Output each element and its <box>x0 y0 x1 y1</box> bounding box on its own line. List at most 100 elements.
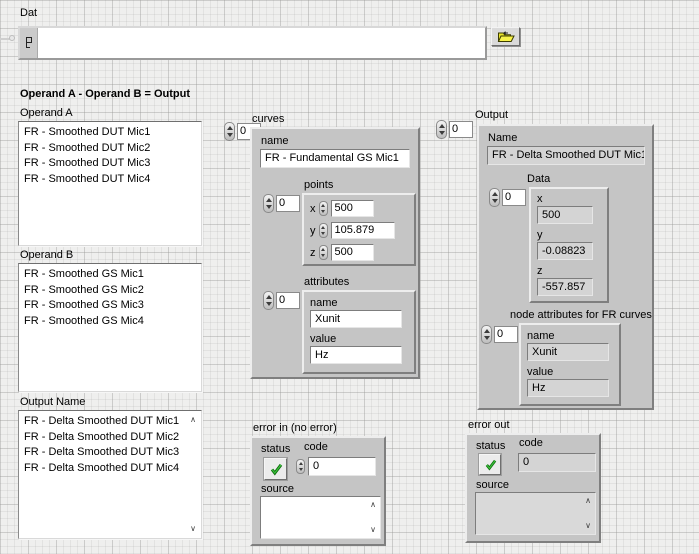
operand-a-listbox[interactable]: FR - Smoothed DUT Mic1 FR - Smoothed DUT… <box>18 121 202 246</box>
spinner[interactable] <box>489 188 500 207</box>
spinner-down-icon[interactable] <box>266 205 272 209</box>
path-control-label: Dat <box>20 7 37 20</box>
point-z-row: z 500 <box>310 244 374 261</box>
z-label: z <box>310 247 316 259</box>
list-item[interactable]: FR - Smoothed GS Mic3 <box>19 298 201 314</box>
output-index-value[interactable]: 0 <box>449 121 473 138</box>
list-item[interactable]: FR - Smoothed DUT Mic3 <box>19 156 201 172</box>
list-item[interactable]: FR - Delta Smoothed DUT Mic3 <box>19 445 201 461</box>
attributes-index-control[interactable]: 0 <box>263 291 300 310</box>
error-out-code-label: code <box>519 437 543 450</box>
spinner-up-icon[interactable] <box>266 295 272 299</box>
spinner[interactable] <box>436 120 447 139</box>
spinner-up-icon[interactable] <box>321 204 325 207</box>
error-out-cluster: status code 0 source ∧ ∨ <box>465 433 601 543</box>
curves-label: curves <box>252 113 284 126</box>
output-label: Output <box>475 109 508 122</box>
spinner-up-icon[interactable] <box>266 198 272 202</box>
spinner[interactable] <box>319 245 328 260</box>
spinner-down-icon[interactable] <box>492 199 498 203</box>
spinner[interactable] <box>296 459 305 474</box>
attribute-name-field[interactable]: Xunit <box>310 310 402 328</box>
spinner-up-icon[interactable] <box>321 226 325 229</box>
y-value-field[interactable]: 105.879 <box>331 222 395 239</box>
operand-b-listbox[interactable]: FR - Smoothed GS Mic1 FR - Smoothed GS M… <box>18 263 202 392</box>
error-in-status-checkbox[interactable] <box>264 458 287 480</box>
scroll-down-icon[interactable]: ∨ <box>190 525 196 533</box>
list-item[interactable]: FR - Smoothed DUT Mic1 <box>19 122 201 141</box>
list-item[interactable]: FR - Smoothed GS Mic2 <box>19 283 201 299</box>
spinner-up-icon[interactable] <box>299 462 303 465</box>
z-value-field[interactable]: 500 <box>331 244 374 261</box>
labview-front-panel: Dat Operand A - Operand B = Output Opera… <box>0 0 699 554</box>
scroll-down-icon[interactable]: ∨ <box>585 522 591 530</box>
spinner[interactable] <box>319 201 328 216</box>
spinner[interactable] <box>263 291 274 310</box>
browse-button[interactable] <box>491 27 520 46</box>
list-item[interactable]: FR - Smoothed GS Mic1 <box>19 264 201 283</box>
curve-name-label: name <box>261 135 289 148</box>
data-y-label: y <box>537 229 543 242</box>
spinner-down-icon[interactable] <box>484 336 490 340</box>
y-label: y <box>310 225 316 237</box>
attribute-value-field[interactable]: Hz <box>310 346 402 364</box>
spinner-up-icon[interactable] <box>484 329 490 333</box>
list-item[interactable]: FR - Delta Smoothed DUT Mic4 <box>19 461 201 477</box>
spinner[interactable] <box>319 223 328 238</box>
green-check-icon <box>484 459 497 471</box>
operand-b-label: Operand B <box>20 249 73 262</box>
point-x-row: x 500 <box>310 200 374 217</box>
spinner-down-icon[interactable] <box>266 302 272 306</box>
path-control[interactable] <box>18 26 487 60</box>
node-attributes-index-value[interactable]: 0 <box>494 326 518 343</box>
scroll-down-icon[interactable]: ∨ <box>370 526 376 534</box>
curve-name-field[interactable]: FR - Fundamental GS Mic1 <box>260 149 410 168</box>
spinner-down-icon[interactable] <box>439 131 445 135</box>
point-y-row: y 105.879 <box>310 222 395 239</box>
list-item[interactable]: FR - Smoothed DUT Mic2 <box>19 141 201 157</box>
points-cluster: x 500 y 105.879 z <box>302 193 416 266</box>
error-in-code-field[interactable]: 0 <box>308 457 376 476</box>
list-item[interactable]: FR - Smoothed GS Mic4 <box>19 314 201 330</box>
error-in-label: error in (no error) <box>253 422 337 435</box>
spinner[interactable] <box>263 194 274 213</box>
output-name-indicator: FR - Delta Smoothed DUT Mic1 <box>487 146 645 165</box>
output-cluster: Name FR - Delta Smoothed DUT Mic1 Data 0… <box>477 124 654 410</box>
spinner-down-icon[interactable] <box>321 232 325 235</box>
error-in-source-field[interactable]: ∧ ∨ <box>260 496 381 539</box>
error-out-status-indicator <box>479 454 501 475</box>
list-item[interactable]: FR - Delta Smoothed DUT Mic1 <box>19 411 201 430</box>
scroll-up-icon[interactable]: ∧ <box>370 501 376 509</box>
list-item[interactable]: FR - Smoothed DUT Mic4 <box>19 172 201 188</box>
path-input[interactable] <box>38 28 485 58</box>
spinner-down-icon[interactable] <box>227 133 233 137</box>
points-index-control[interactable]: 0 <box>263 194 300 213</box>
spinner-down-icon[interactable] <box>321 254 325 257</box>
error-in-code-label: code <box>304 441 328 454</box>
node-attr-name-label: name <box>527 330 555 343</box>
connector-wire-terminal <box>9 35 15 41</box>
spinner-up-icon[interactable] <box>492 192 498 196</box>
spinner[interactable] <box>224 122 235 141</box>
spinner-up-icon[interactable] <box>439 124 445 128</box>
spinner-up-icon[interactable] <box>227 126 233 130</box>
spinner[interactable] <box>481 325 492 344</box>
scroll-up-icon[interactable]: ∧ <box>190 416 196 424</box>
data-index-control[interactable]: 0 <box>489 188 526 207</box>
output-index-control[interactable]: 0 <box>436 120 473 139</box>
output-name-field-label: Name <box>488 132 517 145</box>
data-index-value[interactable]: 0 <box>502 189 526 206</box>
output-name-label: Output Name <box>20 396 85 409</box>
spinner-up-icon[interactable] <box>321 248 325 251</box>
error-in-source-label: source <box>261 483 294 496</box>
points-index-value[interactable]: 0 <box>276 195 300 212</box>
node-attributes-label: node attributes for FR curves <box>510 309 652 322</box>
spinner-down-icon[interactable] <box>299 468 303 471</box>
x-value-field[interactable]: 500 <box>331 200 374 217</box>
output-name-listbox[interactable]: FR - Delta Smoothed DUT Mic1 FR - Delta … <box>18 410 202 539</box>
scroll-up-icon[interactable]: ∧ <box>585 497 591 505</box>
spinner-down-icon[interactable] <box>321 210 325 213</box>
attributes-index-value[interactable]: 0 <box>276 292 300 309</box>
node-attributes-index-control[interactable]: 0 <box>481 325 518 344</box>
list-item[interactable]: FR - Delta Smoothed DUT Mic2 <box>19 430 201 446</box>
